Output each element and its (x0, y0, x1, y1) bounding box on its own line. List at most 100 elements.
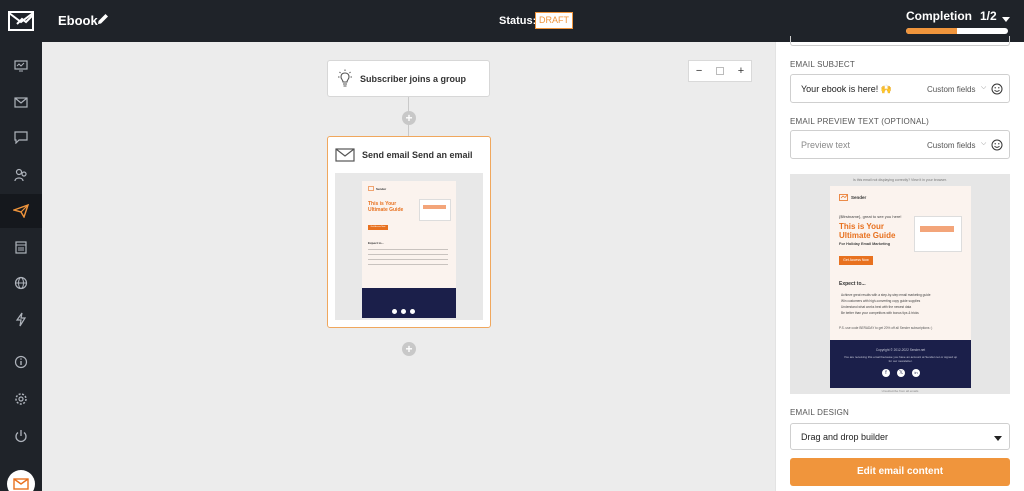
email-thumbnail-expect: Expect to... (368, 241, 385, 245)
chevron-down-icon[interactable] (1002, 17, 1010, 22)
automation-icon (15, 312, 27, 326)
sidebar-item-settings[interactable] (0, 382, 42, 416)
zoom-controls: − + (688, 60, 752, 82)
email-subject-input[interactable]: Your ebook is here! 🙌 (801, 84, 892, 95)
email-preview-footer-note: You are receiving this email because you… (843, 355, 958, 363)
sidebar-item-dashboard[interactable] (0, 49, 42, 83)
sidebar-item-power[interactable] (0, 419, 42, 453)
trigger-node[interactable]: Subscriber joins a group (327, 60, 490, 97)
account-avatar[interactable] (7, 470, 35, 491)
ebook-cover-image (914, 216, 962, 252)
email-thumbnail-bullets (368, 247, 448, 269)
sender-logo[interactable] (0, 0, 42, 42)
completion-count[interactable]: 1/2 (980, 9, 997, 23)
brand-mail-icon (368, 186, 374, 191)
sidebar-item-automation[interactable] (0, 302, 42, 336)
email-preview-greeting: {$firstname}, great to see you here! (839, 214, 902, 219)
info-icon (14, 355, 28, 369)
email-design-value: Drag and drop builder (801, 432, 889, 442)
email-preview-promo: P.S. use code BERADAY to get 20% off all… (839, 326, 933, 330)
sidebar-item-calendar[interactable] (0, 230, 42, 264)
status-label: Status: (499, 15, 537, 27)
ebook-cover-image (419, 199, 451, 221)
emoji-picker-icon[interactable] (991, 138, 1003, 156)
lightbulb-icon (338, 69, 352, 86)
email-preview-bullet: Be better than your competitors with bon… (841, 311, 919, 315)
email-design-select[interactable]: Drag and drop builder (790, 423, 1010, 450)
power-icon (15, 430, 27, 443)
custom-fields-dropdown[interactable]: Custom fields (927, 85, 975, 94)
custom-fields-dropdown-2[interactable]: Custom fields (927, 141, 975, 150)
email-thumbnail-headline: This is Your Ultimate Guide (368, 201, 403, 213)
facebook-icon[interactable]: f (882, 369, 890, 377)
email-preview-text-field[interactable]: Preview text Custom fields ⌵ (790, 130, 1010, 159)
campaigns-icon (13, 204, 29, 218)
chevron-down-icon[interactable]: ⌵ (981, 140, 986, 148)
email-preview-bullets: Achieve great results with a step-by-ste… (841, 292, 965, 316)
email-preview-brand: Sender (839, 194, 866, 201)
globe-icon (14, 276, 28, 290)
subscribers-icon (14, 168, 27, 182)
sidebar-item-mail[interactable] (0, 85, 42, 119)
status-badge: DRAFT (535, 12, 573, 29)
emoji-picker-icon[interactable] (991, 82, 1003, 100)
x-icon[interactable]: 𝕏 (897, 369, 905, 377)
add-step-button-bottom[interactable]: + (402, 342, 416, 356)
dashboard-icon (14, 60, 28, 72)
workflow-canvas[interactable]: − + Subscriber joins a group + Send emai… (42, 42, 775, 491)
email-preview-cta: Get Access Now (839, 256, 873, 265)
email-preview-social: f 𝕏 in (882, 369, 920, 377)
add-step-button[interactable]: + (402, 111, 416, 125)
settings-icon (15, 393, 27, 405)
send-email-node-label: Send email Send an email (362, 150, 473, 160)
email-subject-label: EMAIL SUBJECT (790, 60, 855, 69)
email-preview-footer: Copyright © 2012-2022 Sender.net You are… (830, 340, 971, 388)
chevron-down-icon[interactable]: ⌵ (981, 84, 986, 92)
sidebar-item-chat[interactable] (0, 120, 42, 154)
linkedin-icon (410, 309, 415, 314)
email-preview-headline: This is Your Ultimate Guide (839, 222, 895, 240)
send-email-node[interactable]: Send email Send an email Sender This is … (327, 136, 491, 328)
linkedin-icon[interactable]: in (912, 369, 920, 377)
trigger-node-label: Subscriber joins a group (360, 73, 467, 84)
send-email-node-header: Send email Send an email (335, 148, 473, 162)
sidebar-item-globe[interactable] (0, 266, 42, 300)
email-preview-bottom-note: Unsubscribe from all emails (881, 389, 919, 393)
brand-mail-icon (839, 194, 848, 201)
edit-title-icon[interactable] (96, 12, 110, 31)
page-title: Ebook (58, 13, 98, 28)
sender-mark-icon (13, 478, 29, 490)
email-settings-panel: EMAIL SUBJECT Your ebook is here! 🙌 Cust… (775, 36, 1024, 491)
sidebar (0, 42, 42, 491)
email-preview[interactable]: Is this email not displaying correctly? … (790, 174, 1010, 394)
email-preview-headline-1: This is Your (839, 222, 885, 231)
zoom-in-button[interactable]: + (738, 65, 744, 77)
previous-field-edge (790, 36, 1010, 46)
email-design-label: EMAIL DESIGN (790, 408, 850, 417)
email-thumbnail-body: Sender This is Your Ultimate Guide Get A… (362, 181, 456, 318)
email-subject-field[interactable]: Your ebook is here! 🙌 Custom fields ⌵ (790, 74, 1010, 103)
calendar-icon (15, 241, 27, 254)
completion-progress-fill (906, 28, 957, 34)
email-thumbnail-social (392, 309, 415, 314)
fit-view-button[interactable] (715, 67, 724, 75)
chat-icon (14, 130, 28, 144)
completion-label: Completion (906, 9, 972, 23)
zoom-out-button[interactable]: − (696, 65, 702, 77)
email-thumbnail-brand-name: Sender (376, 186, 387, 191)
envelope-icon (335, 148, 355, 162)
sidebar-item-subscribers[interactable] (0, 158, 42, 192)
email-thumbnail-brand: Sender (368, 186, 386, 191)
email-thumbnail-cta: Get Access Now (368, 225, 388, 230)
email-thumbnail-headline-2: Ultimate Guide (368, 207, 404, 213)
email-preview-body: Sender {$firstname}, great to see you he… (830, 186, 971, 388)
email-preview-text-input[interactable]: Preview text (801, 140, 850, 150)
email-preview-brand-name: Sender (851, 195, 867, 200)
email-thumbnail-footer (362, 288, 456, 318)
sidebar-item-campaigns[interactable] (0, 194, 42, 228)
edit-email-content-button[interactable]: Edit email content (790, 458, 1010, 486)
email-preview-top-note: Is this email not displaying correctly? … (853, 178, 947, 182)
sidebar-item-info[interactable] (0, 345, 42, 379)
caret-down-icon (994, 436, 1002, 441)
facebook-icon (392, 309, 397, 314)
